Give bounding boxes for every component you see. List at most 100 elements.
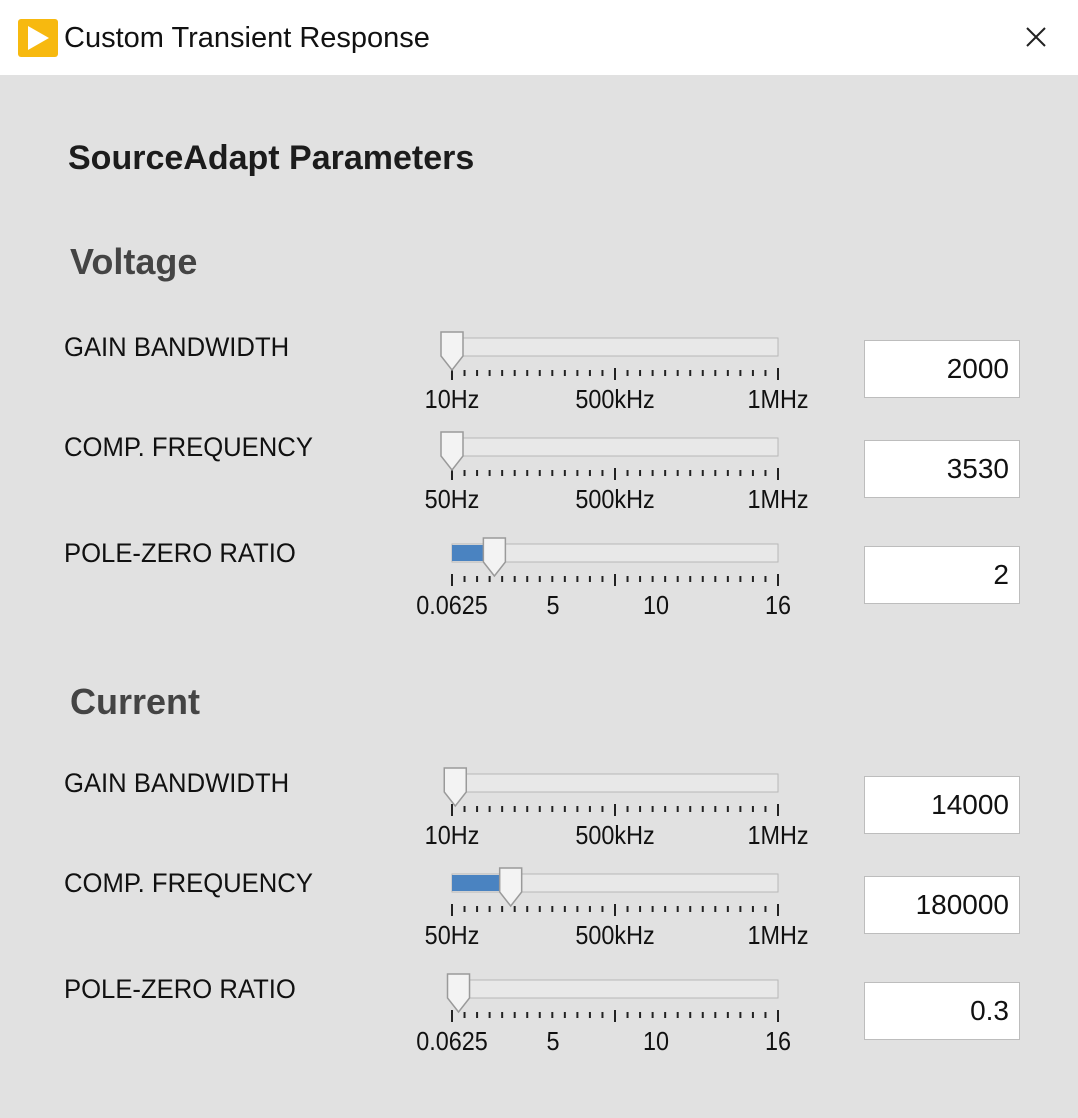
slider-tick [463,470,466,476]
slider-tick [751,906,754,912]
slider-tick [563,370,566,376]
tick-label: 16 [764,1026,792,1056]
slider-tick [689,576,692,582]
tick-label: 5 [546,1026,560,1056]
slider-tick [664,1012,667,1018]
slider-thumb[interactable] [440,431,464,472]
value-input-gain-bandwidth[interactable] [864,776,1020,834]
slider-tick [777,904,779,916]
slider-graphic [440,431,779,480]
slider-tick [563,806,566,812]
slider-tick [601,806,604,812]
slider-tick [513,1012,516,1018]
slider-tick [639,1012,642,1018]
slider-tick [451,904,453,916]
slider-tick [689,806,692,812]
slider-thumb[interactable] [498,867,523,908]
slider-tick [726,1012,729,1018]
slider-tick [601,1012,604,1018]
slider-tick [651,370,654,376]
slider-tick [751,470,754,476]
param-label-gain-bandwidth: GAIN BANDWIDTH [64,332,290,362]
slider-graphic [443,767,779,816]
slider-thumb[interactable] [443,767,468,808]
slider-graphic [451,867,779,916]
value-input-comp-frequency[interactable] [864,876,1020,934]
slider-tick [526,1012,529,1018]
slider-gain-bandwidth[interactable]: 10Hz 500kHz 1MHz [410,758,830,858]
slider-tick [476,576,479,582]
slider-tick [651,576,654,582]
slider-tick [777,468,779,480]
value-input-pole-zero-ratio[interactable] [864,982,1020,1040]
slider-gain-bandwidth[interactable]: 10Hz 500kHz 1MHz [410,322,830,422]
slider-tick [614,468,616,480]
slider-pole-zero-ratio[interactable]: 0.0625 5 10 16 [410,528,830,628]
slider-tick [626,806,629,812]
tick-label: 1MHz [747,920,809,950]
param-label-comp-frequency: COMP. FREQUENCY [64,432,313,462]
page-heading: SourceAdapt Parameters [68,139,475,177]
value-input-gain-bandwidth[interactable] [864,340,1020,398]
value-input-pole-zero-ratio[interactable] [864,546,1020,604]
slider-tick [501,1012,504,1018]
slider-tick [451,574,453,586]
slider-tick [726,370,729,376]
slider-tick [639,470,642,476]
slider-tick [588,906,591,912]
slider-tick [476,470,479,476]
slider-track[interactable] [451,979,779,999]
slider-tick [576,370,579,376]
slider-tick [501,470,504,476]
slider-comp-frequency[interactable]: 50Hz 500kHz 1MHz [410,422,830,522]
value-input-comp-frequency[interactable] [864,440,1020,498]
slider-tick [551,806,554,812]
slider-graphic [440,331,779,380]
slider-tick [689,1012,692,1018]
slider-track[interactable] [451,337,779,357]
slider-tick [463,1012,466,1018]
slider-track[interactable] [451,437,779,457]
slider-tick [513,576,516,582]
slider-comp-frequency[interactable]: 50Hz 500kHz 1MHz [410,858,830,958]
slider-tick [501,906,504,912]
slider-tick [463,806,466,812]
slider-tick [701,806,704,812]
slider-tick [563,906,566,912]
slider-tick [476,806,479,812]
tick-label: 10 [642,1026,669,1056]
slider-tick [538,806,541,812]
tick-label: 500kHz [575,384,655,414]
slider-thumb[interactable] [482,537,507,578]
slider-tick [764,806,767,812]
slider-tick [626,470,629,476]
close-button[interactable] [1012,14,1060,60]
slider-tick [701,906,704,912]
slider-tick [739,470,742,476]
section-title-voltage: Voltage [70,241,198,282]
slider-tick [676,370,679,376]
tick-label: 1MHz [747,820,809,850]
slider-tick [551,370,554,376]
slider-pole-zero-ratio[interactable]: 0.0625 5 10 16 [410,964,830,1064]
slider-thumb[interactable] [446,973,471,1014]
slider-tick [488,576,491,582]
tick-label: 0.0625 [416,590,488,620]
slider-tick [576,806,579,812]
slider-tick [614,574,616,586]
tick-label: 10 [642,590,669,620]
slider-tick [588,370,591,376]
slider-tick [451,1010,453,1022]
slider-tick [551,576,554,582]
slider-tick [488,906,491,912]
slider-graphic [451,537,779,586]
slider-tick [513,806,516,812]
tick-label: 1MHz [747,484,809,514]
slider-tick [551,470,554,476]
slider-track[interactable] [451,773,779,793]
slider-tick [476,370,479,376]
slider-tick [739,1012,742,1018]
slider-tick [538,1012,541,1018]
slider-thumb[interactable] [440,331,464,372]
slider-tick [751,1012,754,1018]
